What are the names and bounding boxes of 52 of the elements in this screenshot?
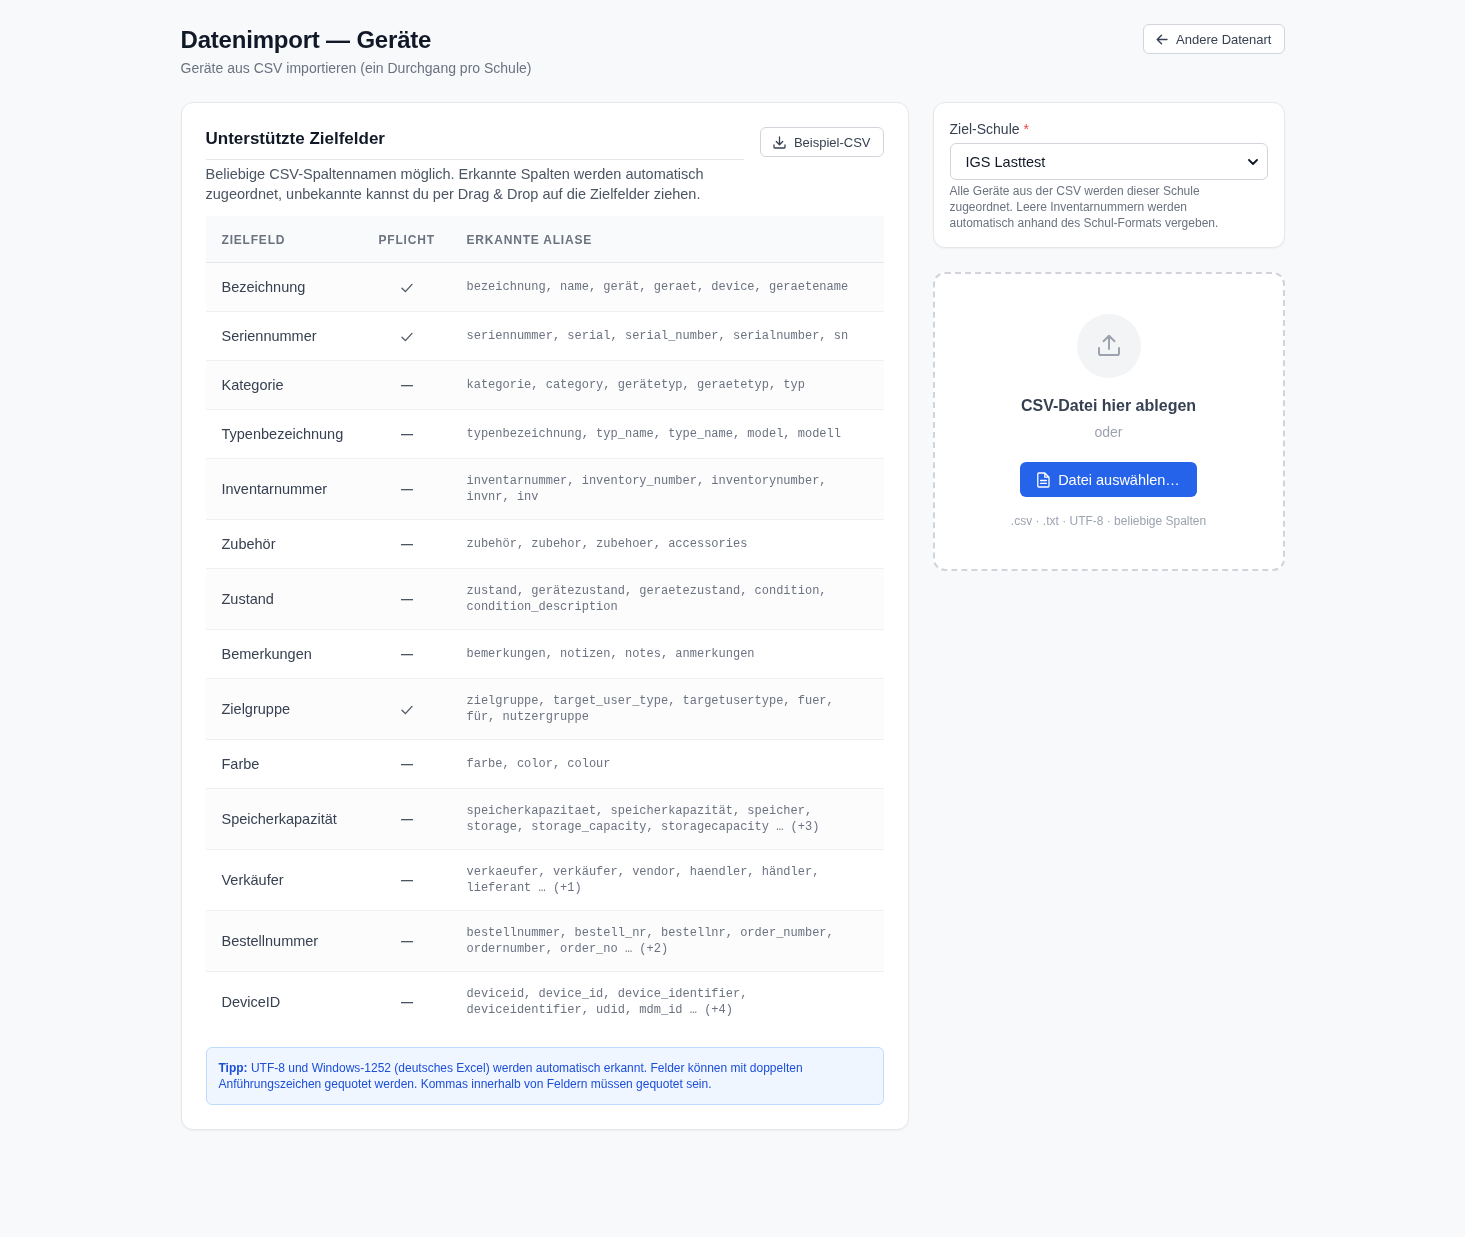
field-name: Bezeichnung (221, 279, 306, 295)
field-name: Speicherkapazität (221, 811, 337, 827)
alias-list: typenbezeichnung, typ_name, type_name, model, modell (466, 426, 856, 442)
alias-list: verkaeufer, verkäufer, vendor, haendler, händler, lieferant … (+1) (466, 864, 856, 896)
alias-list: zubehör, zubehor, zubehoer, accessories (466, 536, 856, 552)
card-title: Unterstützte Zielfelder (205, 128, 386, 150)
field-name: Zustand (221, 591, 274, 607)
alias-list: seriennummer, serial, serial_number, serialnumber, sn (466, 328, 856, 344)
page-title: Datenimport — Geräte (180, 25, 433, 55)
alias-list: farbe, color, colour (466, 756, 856, 772)
school-select[interactable]: IGS Lasttest (949, 143, 1268, 180)
field-name: Kategorie (221, 377, 284, 393)
alias-list: zustand, gerätezustand, geraetezustand, condition, condition_description (466, 583, 856, 615)
field-name: Bemerkungen (221, 646, 312, 662)
field-name: Inventarnummer (221, 481, 328, 497)
field-name: DeviceID (221, 994, 281, 1010)
back-button[interactable]: Andere Datenart (1143, 24, 1285, 54)
drop-zone[interactable]: CSV-Datei hier ablegen oder Datei auswählen… .csv · .txt · UTF-8 · beliebige Spalten (932, 272, 1285, 571)
field-label: Ziel-Schule (949, 121, 1020, 137)
alias-list: bemerkungen, notizen, notes, anmerkungen (466, 646, 856, 662)
chevron-down-icon (1247, 158, 1258, 165)
alias-list: speicherkapazitaet, speicherkapazität, speicher, storage, storage_capacity, storagecapacity … (+3) (466, 803, 856, 835)
column-header: ZIELFELD (221, 233, 286, 247)
alias-list: bestellnummer, bestell_nr, bestellnr, order_number, ordernumber, order_no … (+2) (466, 925, 856, 957)
or-separator: oder (1094, 423, 1123, 442)
field-name: Bestellnummer (221, 933, 319, 949)
alias-list: inventarnummer, inventory_number, inventorynumber, invnr, inv (466, 473, 856, 505)
field-name: Seriennummer (221, 328, 317, 344)
drop-title: CSV-Datei hier ablegen (1020, 396, 1197, 416)
field-name: Zielgruppe (221, 701, 290, 717)
field-name: Farbe (221, 756, 260, 772)
card-description: Beliebige CSV-Spaltennamen möglich. Erkannte Spalten werden automatisch zugeordnet, unbekannte kannst du per Drag & Drop auf die Zielfelder ziehen. (205, 165, 705, 204)
help-text: Alle Geräte aus der CSV werden dieser Schule zugeordnet. Leere Inventarnummern werden automatisch anhand des Schul-Formats vergeben. (949, 183, 1220, 231)
field-name: Zubehör (221, 536, 276, 552)
sample-csv-button[interactable]: Beispiel-CSV (759, 127, 884, 157)
upload-icon (1076, 314, 1141, 378)
column-header: PFLICHT (378, 233, 435, 247)
required-marker: * (1023, 121, 1029, 137)
alias-list: kategorie, category, gerätetyp, geraetetyp, typ (466, 377, 856, 393)
file-hint: .csv · .txt · UTF-8 · beliebige Spalten (1010, 513, 1207, 529)
alias-list: deviceid, device_id, device_identifier, deviceidentifier, udid, mdm_id … (+4) (466, 986, 856, 1018)
file-icon (1037, 471, 1051, 488)
alias-list: zielgruppe, target_user_type, targetusertype, fuer, für, nutzergruppe (466, 693, 856, 725)
choose-file-button[interactable]: Datei auswählen… (1020, 462, 1197, 497)
alias-list: bezeichnung, name, gerät, geraet, device, geraetename (466, 279, 856, 295)
tip-note: Tipp: UTF-8 und Windows-1252 (deutsches Excel) werden automatisch erkannt. Felder können mit doppelten Anführungszeichen gequotet werden. Kommas innerhalb von Feldern müssen gequotet sein. (205, 1047, 884, 1105)
field-name: Typenbezeichnung (221, 426, 344, 442)
field-name: Verkäufer (221, 872, 284, 888)
arrow-left-icon (1156, 33, 1169, 45)
download-icon (772, 135, 786, 149)
page-subtitle: Geräte aus CSV importieren (ein Durchgang pro Schule) (180, 59, 532, 78)
column-header: ERKANNTE ALIASE (466, 233, 593, 247)
